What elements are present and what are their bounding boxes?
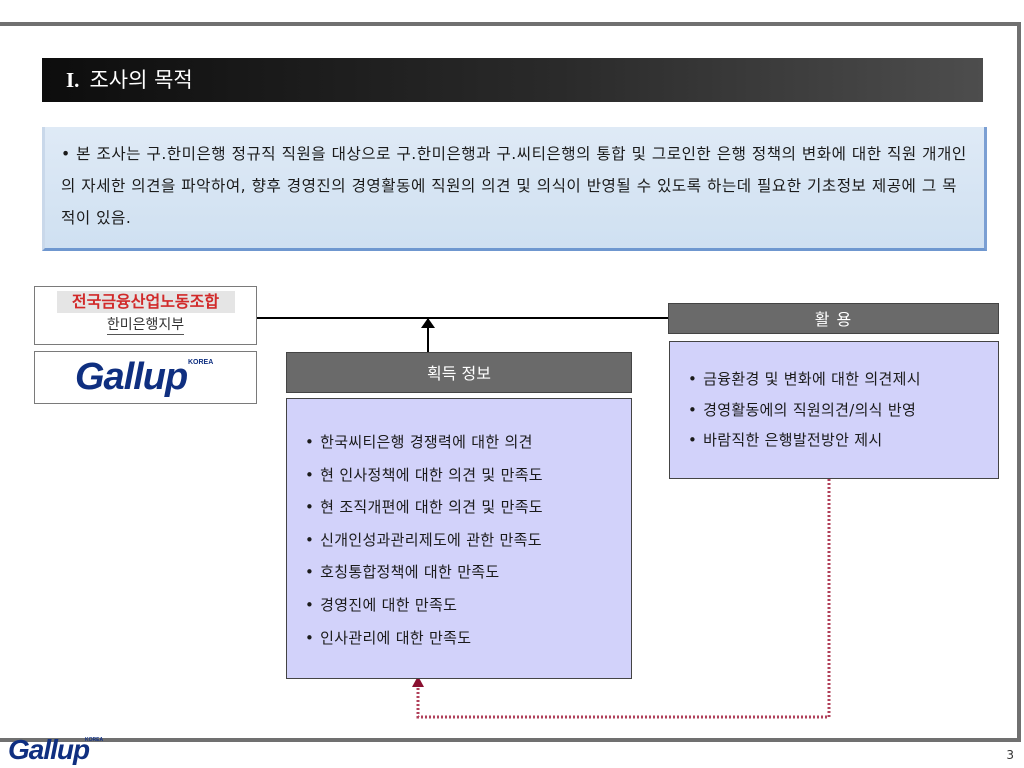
- list-item: 현 인사정책에 대한 의견 및 만족도: [305, 459, 631, 492]
- footer-gallup-wordmark: Gallup: [8, 734, 90, 765]
- utilization-header: 활 용: [668, 303, 999, 334]
- list-item: 현 조직개편에 대한 의견 및 만족도: [305, 491, 631, 524]
- footer-gallup-logo: Gallup KOREA: [8, 734, 118, 766]
- acquired-info-box: 한국씨티은행 경쟁력에 대한 의견 현 인사정책에 대한 의견 및 만족도 현 …: [286, 398, 632, 679]
- list-item: 금융환경 및 변화에 대한 의견제시: [688, 364, 998, 395]
- list-item: 인사관리에 대한 만족도: [305, 622, 631, 655]
- acquired-info-list: 한국씨티은행 경쟁력에 대한 의견 현 인사정책에 대한 의견 및 만족도 현 …: [305, 426, 631, 654]
- utilization-box: 금융환경 및 변화에 대한 의견제시 경영활동에의 직원의견/의식 반영 바람직…: [669, 341, 999, 479]
- list-item: 경영활동에의 직원의견/의식 반영: [688, 395, 998, 426]
- list-item: 호칭통합정책에 대한 만족도: [305, 556, 631, 589]
- list-item: 바람직한 은행발전방안 제시: [688, 425, 998, 456]
- acquired-info-header: 획득 정보: [286, 352, 632, 393]
- list-item: 한국씨티은행 경쟁력에 대한 의견: [305, 426, 631, 459]
- footer-gallup-korea-mark: KOREA: [85, 737, 104, 743]
- utilization-list: 금융환경 및 변화에 대한 의견제시 경영활동에의 직원의견/의식 반영 바람직…: [688, 364, 998, 456]
- list-item: 경영진에 대한 만족도: [305, 589, 631, 622]
- page-number: 3: [1006, 748, 1014, 762]
- up-arrow-icon: [421, 318, 435, 328]
- list-item: 신개인성과관리제도에 관한 만족도: [305, 524, 631, 557]
